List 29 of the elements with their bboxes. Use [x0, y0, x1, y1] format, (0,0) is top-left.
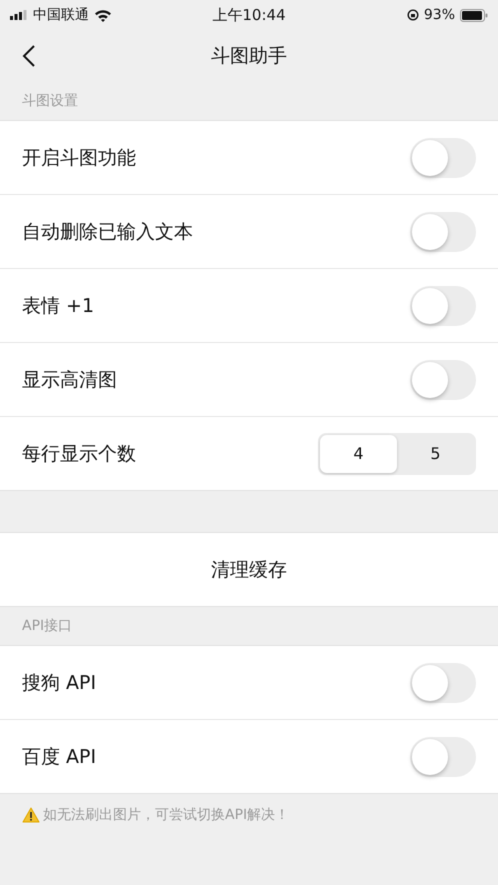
toggle-switch[interactable] — [410, 360, 476, 400]
segment-option[interactable]: 4 — [320, 434, 397, 472]
setting-label: 每行显示个数 — [22, 442, 136, 466]
toggle-switch[interactable] — [410, 286, 476, 326]
wifi-icon — [94, 8, 112, 22]
setting-label: 显示高清图 — [22, 368, 117, 392]
toggle-switch[interactable] — [410, 736, 476, 776]
segment-option[interactable]: 5 — [397, 434, 474, 472]
setting-label: 搜狗 API — [22, 670, 96, 696]
setting-label: 百度 API — [22, 744, 96, 770]
toggle-switch[interactable] — [410, 212, 476, 252]
signal-icon — [10, 10, 28, 20]
toggle-switch[interactable] — [410, 138, 476, 178]
back-icon[interactable] — [22, 44, 36, 68]
carrier: 中国联通 — [33, 6, 89, 24]
setting-label: 自动删除已输入文本 — [22, 220, 193, 244]
nav-title: 斗图助手 — [211, 44, 287, 69]
footer-note: 如无法刷出图片，可尝试切换API解决！ — [43, 806, 290, 824]
setting-label: 表情 +1 — [22, 294, 94, 318]
battery-percent: 93% — [424, 7, 455, 23]
section-header: 斗图设置 — [22, 92, 78, 110]
clear-cache-button[interactable]: 清理缓存 — [205, 556, 293, 584]
setting-label: 开启斗图功能 — [22, 146, 136, 170]
section-header: API接口 — [22, 617, 72, 635]
time: 上午10:44 — [212, 6, 286, 24]
toggle-switch[interactable] — [410, 662, 476, 702]
warning-icon — [22, 807, 40, 823]
rotation-lock-icon — [406, 9, 419, 21]
battery-icon — [460, 8, 488, 22]
